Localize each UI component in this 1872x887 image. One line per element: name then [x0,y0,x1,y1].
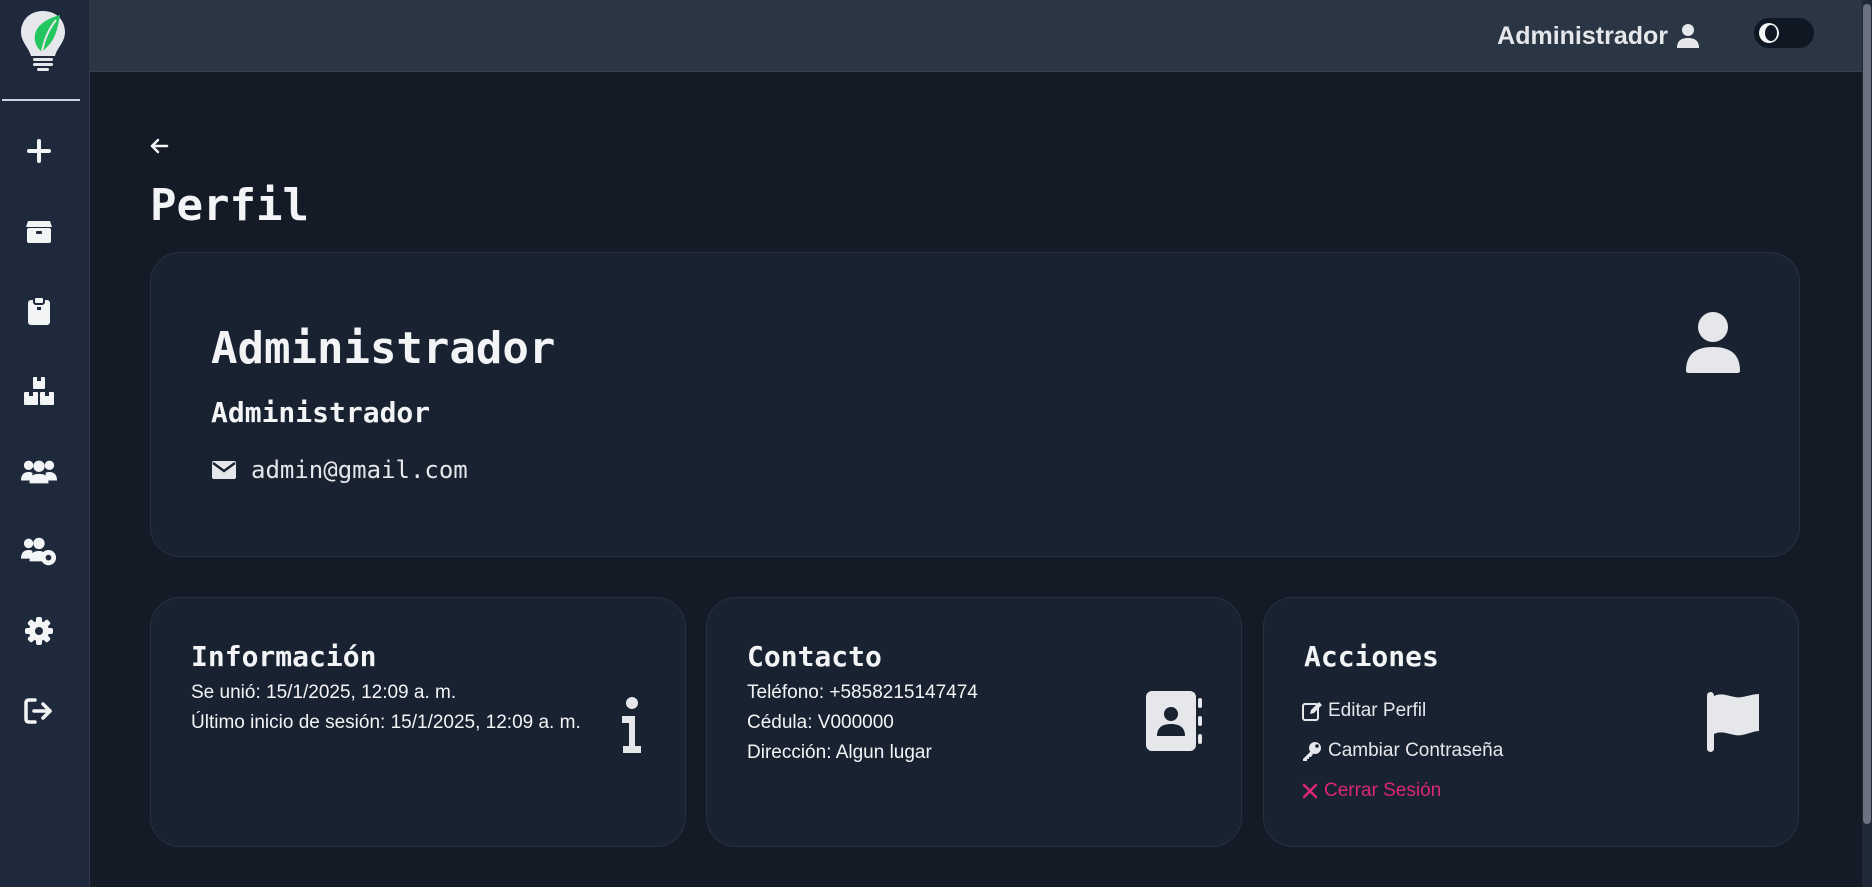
sidebar-item-logout[interactable] [21,693,57,729]
users-icon [21,460,57,484]
last-login-date: Último inicio de sesión: 15/1/2025, 12:0… [191,712,581,733]
gear-icon [25,617,53,645]
info-card: Información Se unió: 15/1/2025, 12:09 a.… [150,597,686,847]
actions-card: Acciones Editar Perfil Cambiar Contraseñ… [1263,597,1799,847]
sidebar-item-orders[interactable] [21,293,57,329]
sidebar-item-add[interactable] [21,133,57,169]
edit-icon [1302,702,1322,721]
sidebar-item-products[interactable] [21,373,57,409]
flag-icon [1707,692,1759,752]
logout-label: Cerrar Sesión [1324,780,1442,801]
actions-card-title: Acciones [1304,640,1439,673]
profile-email: admin@gmail.com [211,456,468,484]
top-bar: Administrador [90,0,1862,72]
lightbulb-leaf-logo[interactable] [18,8,68,74]
edit-profile-button[interactable]: Editar Perfil [1302,700,1426,722]
users-gear-icon [21,537,57,566]
profile-role: Administrador [211,396,431,429]
user-icon [1686,312,1740,373]
info-icon [622,697,641,753]
box-icon [26,221,52,243]
address-book-icon [1146,691,1202,751]
key-icon [1303,742,1321,761]
plus-icon [27,139,51,163]
envelope-icon [212,461,236,479]
contact-card: Contacto Teléfono: +5858215147474 Cédula… [706,597,1242,847]
sidebar-item-user-management[interactable] [21,533,57,569]
sidebar-item-inventory[interactable] [21,213,57,249]
theme-toggle[interactable] [1754,18,1814,48]
info-card-title: Información [191,640,377,673]
contact-card-title: Contacto [747,640,882,673]
email-text: admin@gmail.com [251,456,468,484]
page-title: Perfil [150,180,309,231]
sidebar-item-settings[interactable] [21,613,57,649]
edit-profile-label: Editar Perfil [1328,700,1427,721]
address: Dirección: Algun lugar [747,742,932,763]
clipboard-icon [28,296,50,325]
id-number: Cédula: V000000 [747,712,894,733]
sidebar-item-clients[interactable] [21,453,57,489]
scrollbar-thumb[interactable] [1863,4,1871,824]
joined-date: Se unió: 15/1/2025, 12:09 a. m. [191,682,457,703]
sign-out-icon [24,698,52,724]
scrollbar[interactable] [1862,0,1872,887]
close-icon [1302,783,1318,799]
change-password-button[interactable]: Cambiar Contraseña [1302,740,1503,762]
logout-button[interactable]: Cerrar Sesión [1302,780,1441,802]
profile-card: Administrador Administrador admin@gmail.… [150,252,1800,557]
profile-name: Administrador [211,323,556,374]
arrow-left-icon[interactable] [147,134,171,158]
user-menu[interactable]: Administrador [1497,20,1700,52]
user-icon [1677,24,1699,48]
change-password-label: Cambiar Contraseña [1328,740,1504,761]
username-label: Administrador [1497,21,1668,50]
sidebar [0,0,90,887]
sidebar-divider [2,99,80,101]
phone-number: Teléfono: +5858215147474 [747,682,978,703]
moon-icon [1759,23,1779,43]
boxes-stacked-icon [24,377,54,405]
